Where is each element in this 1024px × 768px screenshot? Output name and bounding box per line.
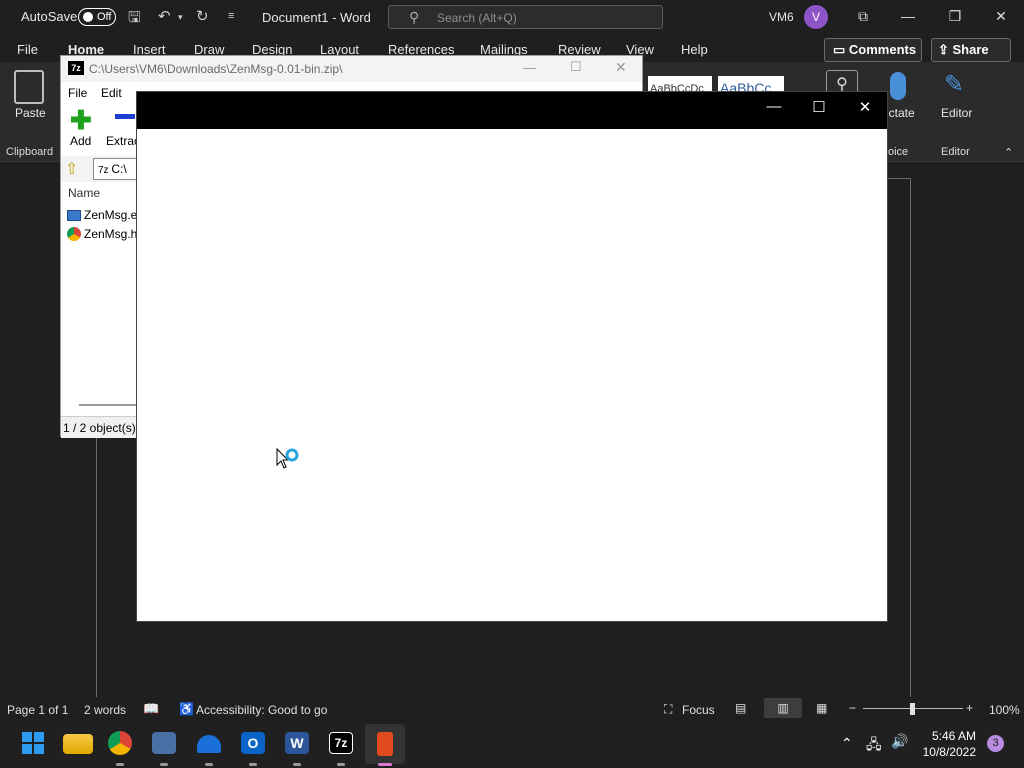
ribbon-display-icon[interactable]: ⧉ — [848, 8, 878, 25]
read-mode-icon[interactable]: ▤ — [735, 701, 746, 715]
zoom-out-icon[interactable]: − — [849, 701, 856, 715]
add-icon[interactable]: ✚ — [70, 107, 92, 133]
list-item[interactable]: ZenMsg.h — [67, 227, 137, 241]
loading-window[interactable]: — ☐ ✕ — [136, 91, 888, 622]
word-icon[interactable]: W — [285, 732, 309, 754]
web-layout-icon[interactable]: ▦ — [816, 701, 827, 715]
avatar[interactable]: V — [804, 5, 828, 29]
redo-icon[interactable]: ↻ — [196, 7, 209, 25]
page-count[interactable]: Page 1 of 1 — [7, 703, 68, 717]
extract-icon[interactable] — [115, 114, 135, 119]
microphone-icon[interactable] — [890, 72, 906, 100]
start-icon[interactable] — [18, 728, 48, 758]
share-button[interactable]: ⇪ Share — [931, 38, 1011, 62]
search-icon: ⚲ — [409, 9, 420, 25]
loading-window-title-bar: — ☐ ✕ — [137, 92, 887, 129]
word-count[interactable]: 2 words — [84, 703, 126, 717]
7zip-maximize-icon[interactable]: ☐ — [570, 59, 582, 75]
taskbar: O W 7z ⌃ 🖧 🔊 3 — [0, 721, 1024, 768]
accessibility-status[interactable]: Accessibility: Good to go — [196, 703, 327, 717]
loading-close-icon[interactable]: ✕ — [850, 98, 880, 116]
word-status-bar: Page 1 of 1 2 words 📖 ♿ Accessibility: G… — [0, 697, 1024, 721]
zoom-in-icon[interactable]: + — [966, 701, 973, 715]
zoom-slider-thumb[interactable] — [910, 703, 915, 715]
voice-group-label: oice — [888, 146, 909, 158]
collapse-ribbon-icon[interactable]: ⌃ — [1004, 146, 1013, 159]
restore-icon[interactable]: ❐ — [940, 8, 970, 25]
list-item[interactable]: ZenMsg.e — [67, 208, 137, 222]
notification-badge[interactable]: 3 — [987, 735, 1004, 752]
office-icon[interactable] — [365, 724, 405, 764]
loading-maximize-icon[interactable]: ☐ — [804, 98, 834, 116]
accessibility-icon[interactable]: ♿ — [179, 702, 194, 716]
share-icon: ⇪ — [938, 42, 953, 57]
comments-button[interactable]: ▭ Comments — [824, 38, 922, 62]
loading-minimize-icon[interactable]: — — [759, 98, 789, 115]
7zip-title-bar: 7z C:\Users\VM6\Downloads\ZenMsg-0.01-bi… — [61, 56, 642, 82]
zoom-level[interactable]: 100% — [989, 703, 1020, 717]
up-folder-icon[interactable]: ⇧ — [65, 159, 78, 179]
search-input[interactable]: ⚲ Search (Alt+Q) — [388, 5, 663, 29]
undo-dropdown-icon[interactable]: ▾ — [178, 12, 183, 23]
extract-label[interactable]: Extrac — [106, 134, 140, 148]
autosave-toggle[interactable]: Off — [78, 8, 116, 26]
chrome-icon[interactable] — [108, 731, 132, 755]
proofing-icon[interactable]: 📖 — [143, 701, 159, 717]
7zip-icon[interactable]: 7z — [329, 732, 353, 754]
dictate-label[interactable]: ictate — [886, 106, 915, 120]
outlook-icon[interactable]: O — [241, 732, 265, 754]
7zip-path-icon: 7z — [98, 165, 112, 176]
user-name: VM6 — [769, 10, 794, 24]
7zip-minimize-icon[interactable]: — — [523, 60, 536, 75]
7zip-menu-file[interactable]: File — [68, 86, 87, 100]
clock-date: 10/8/2022 — [922, 745, 976, 759]
file-explorer-icon[interactable] — [63, 734, 93, 754]
network-tray-icon[interactable]: 🖧 — [866, 734, 882, 758]
7zip-close-icon[interactable]: ✕ — [615, 59, 627, 76]
print-layout-icon[interactable]: ▥ — [764, 698, 802, 718]
show-hidden-icons-icon[interactable]: ⌃ — [841, 735, 853, 752]
horizontal-scrollbar[interactable] — [79, 404, 139, 406]
network-icon[interactable] — [152, 732, 176, 754]
paste-icon[interactable] — [14, 70, 44, 104]
autosave-state: Off — [97, 11, 112, 23]
wireshark-icon[interactable] — [197, 735, 221, 753]
clipboard-group-label: Clipboard — [6, 146, 54, 158]
7zip-column-name[interactable]: Name — [68, 186, 100, 200]
autosave-label: AutoSave — [21, 9, 78, 24]
tab-file[interactable]: File — [17, 42, 38, 57]
focus-icon[interactable]: ⛶ — [664, 702, 672, 717]
tab-help[interactable]: Help — [681, 42, 708, 57]
7zip-app-icon: 7z — [68, 61, 84, 75]
clock[interactable]: 5:46 AM 10/8/2022 — [916, 729, 976, 759]
undo-icon[interactable]: ↶ — [158, 7, 171, 25]
search-placeholder: Search (Alt+Q) — [437, 11, 517, 25]
volume-icon[interactable]: 🔊 — [891, 733, 908, 750]
clock-time: 5:46 AM — [931, 729, 976, 743]
editor-label[interactable]: Editor — [941, 106, 972, 120]
editor-icon[interactable]: ✎ — [944, 70, 970, 100]
word-title-bar: AutoSave Off 🖫 ↶ ▾ ↻ ≡ Document1 - Word … — [0, 0, 1024, 34]
focus-label[interactable]: Focus — [682, 703, 715, 717]
add-label[interactable]: Add — [70, 134, 91, 148]
7zip-menu-edit[interactable]: Edit — [101, 86, 122, 100]
chrome-file-icon — [67, 227, 81, 241]
save-icon[interactable]: 🖫 — [128, 7, 141, 32]
7zip-status-text: 1 / 2 object(s) — [63, 421, 136, 435]
document-title: Document1 - Word — [262, 10, 371, 25]
paste-label[interactable]: Paste — [15, 106, 46, 120]
customize-toolbar-icon[interactable]: ≡ — [228, 10, 234, 22]
exe-file-icon — [67, 209, 81, 221]
close-icon[interactable]: ✕ — [986, 8, 1016, 25]
comment-icon: ▭ — [833, 42, 849, 57]
7zip-title: C:\Users\VM6\Downloads\ZenMsg-0.01-bin.z… — [89, 62, 343, 76]
minimize-icon[interactable]: — — [893, 8, 923, 24]
busy-cursor-icon — [276, 447, 299, 469]
editor-group-label: Editor — [941, 146, 970, 158]
